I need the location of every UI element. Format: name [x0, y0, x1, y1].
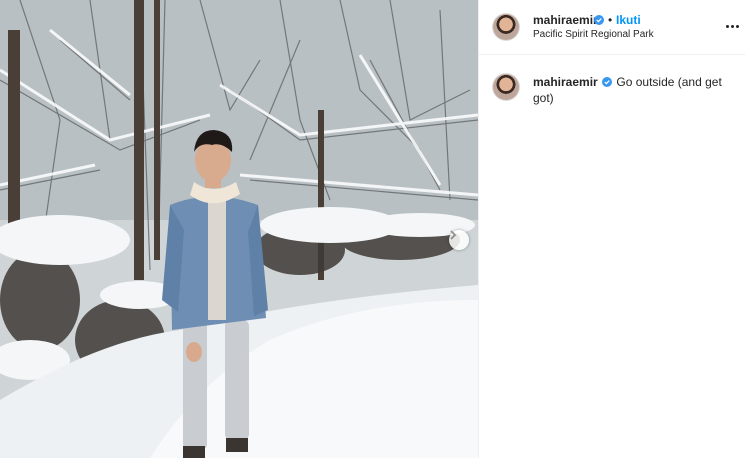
instagram-post: mahiraemir • Ikuti Pacific Spirit Region…: [0, 0, 745, 458]
post-header: mahiraemir • Ikuti Pacific Spirit Region…: [479, 0, 745, 55]
location-link[interactable]: Pacific Spirit Regional Park: [533, 29, 654, 40]
post-photo[interactable]: [0, 0, 478, 458]
follow-button[interactable]: Ikuti: [616, 13, 641, 27]
header-separator: •: [608, 13, 613, 27]
profile-avatar[interactable]: [493, 14, 519, 40]
more-options-icon: [725, 24, 729, 28]
caption-username[interactable]: mahiraemir: [533, 75, 598, 89]
verified-badge-icon: [602, 77, 613, 87]
more-options-button[interactable]: [723, 17, 741, 35]
verified-badge-icon: [594, 15, 604, 25]
caption: mahiraemir Go outside (and get got): [533, 74, 733, 106]
caption-avatar[interactable]: [493, 74, 519, 100]
header-username[interactable]: mahiraemir: [533, 13, 598, 27]
next-image-button[interactable]: [449, 230, 469, 250]
post-side-panel: mahiraemir • Ikuti Pacific Spirit Region…: [478, 0, 745, 458]
snowy-forest-photo: [0, 0, 478, 458]
chevron-right-icon: [450, 230, 457, 240]
